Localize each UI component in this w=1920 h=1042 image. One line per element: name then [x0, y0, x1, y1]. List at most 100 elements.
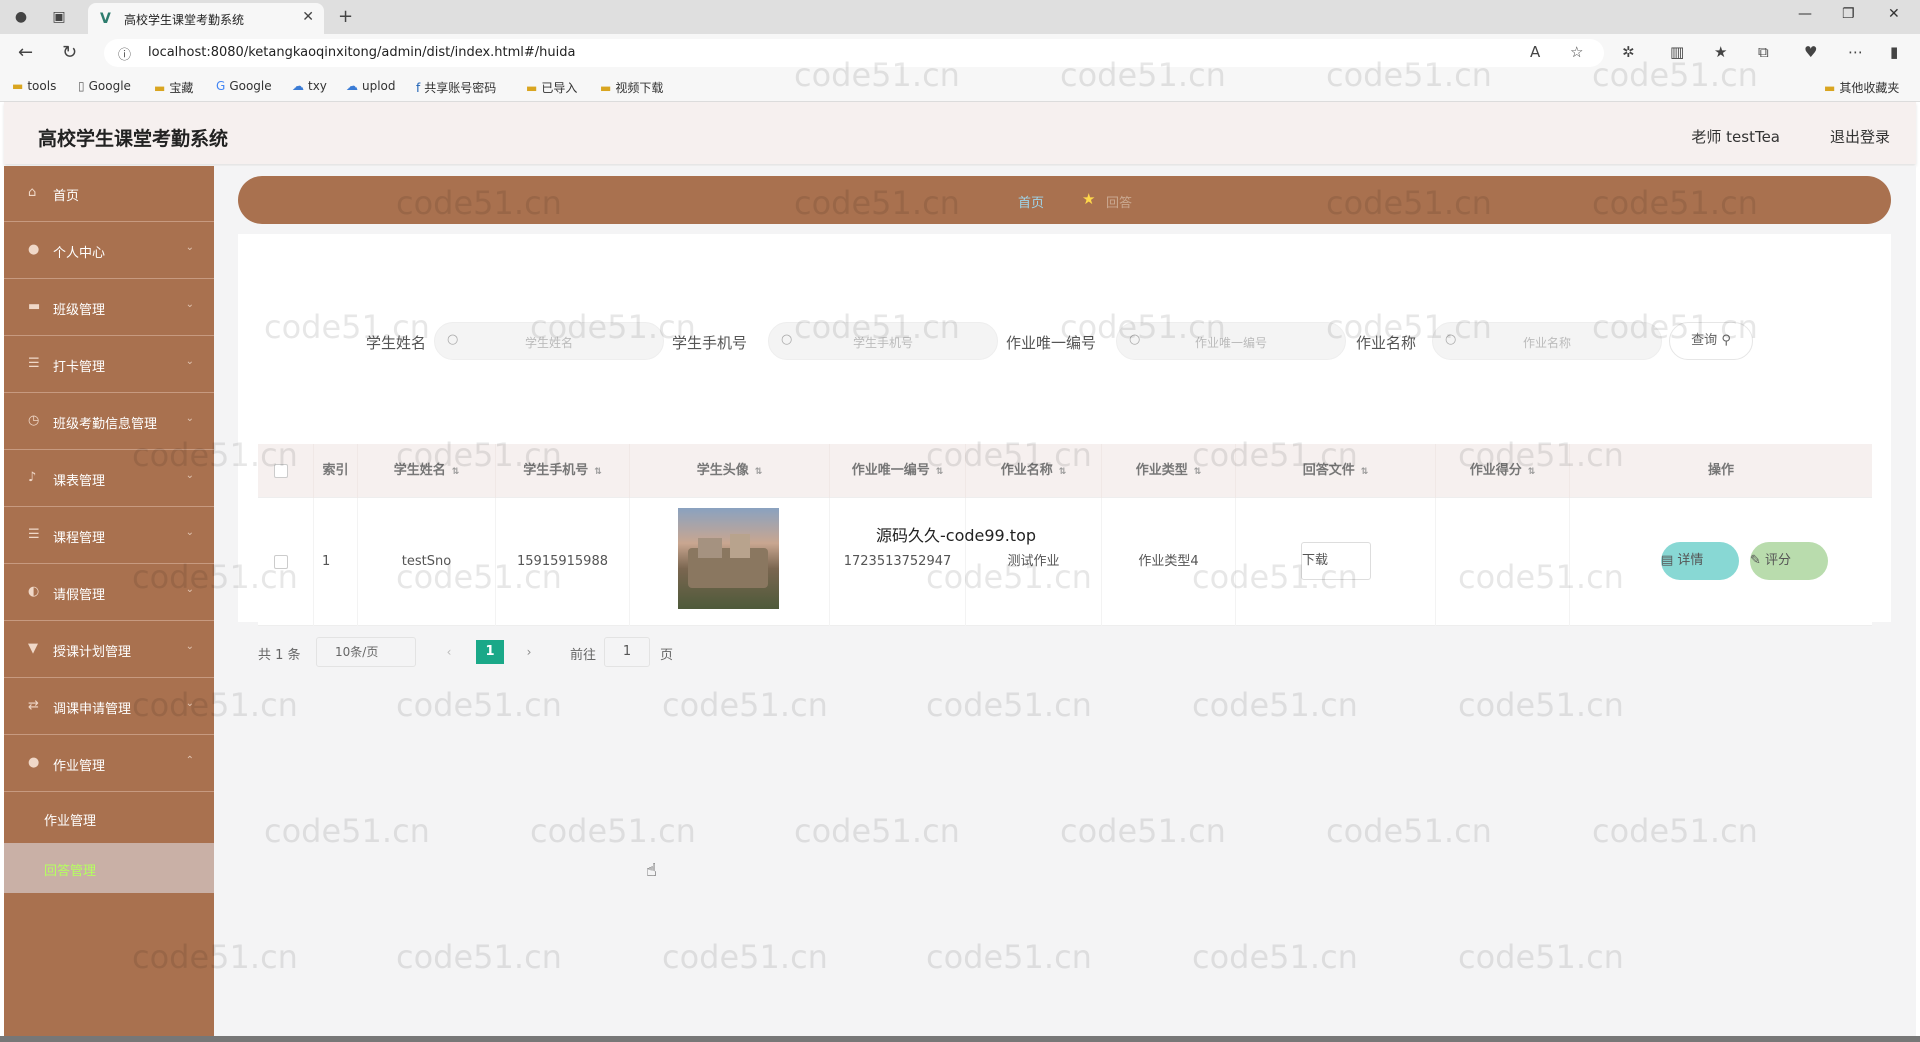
extensions-icon[interactable]: ✲	[1622, 43, 1635, 61]
select-all-checkbox[interactable]	[274, 464, 288, 478]
sidebar-subitem-answers[interactable]: 回答管理	[4, 843, 214, 893]
google-icon: G	[216, 79, 226, 93]
column-header[interactable]: 回答文件 ⇅	[1236, 444, 1436, 498]
sidebar-item-timetable[interactable]: ♪ 课表管理 ⌄	[4, 451, 214, 507]
sidebar-item-leave-management[interactable]: ◐ 请假管理 ⌄	[4, 565, 214, 621]
sort-icon[interactable]: ⇅	[1059, 467, 1067, 477]
cell-score	[1436, 498, 1570, 626]
bookmark-item[interactable]: ▯ Google	[78, 79, 131, 93]
avatar-building-shape	[730, 534, 750, 558]
homework-id-input[interactable]: ○ 作业唯一编号	[1116, 322, 1346, 360]
sidebar-item-attendance-info[interactable]: ◷ 班级考勤信息管理 ⌄	[4, 394, 214, 450]
homework-name-input[interactable]: ○ 作业名称	[1432, 322, 1662, 360]
chevron-down-icon: ⌄	[185, 299, 194, 310]
goto-label: 前往	[570, 648, 597, 663]
sort-icon[interactable]: ⇅	[936, 467, 944, 477]
vue-favicon-icon: V	[100, 11, 111, 27]
sidebar-item-class-swap[interactable]: ⇄ 调课申请管理 ⌄	[4, 679, 214, 735]
bookmark-item[interactable]: f 共享账号密码	[416, 79, 496, 96]
bookmark-item[interactable]: ☁ uplod	[346, 79, 396, 93]
column-header[interactable]: 作业唯一编号 ⇅	[830, 444, 966, 498]
sort-icon[interactable]: ⇅	[1194, 467, 1202, 477]
student-name-input[interactable]: ○ 学生姓名	[434, 322, 664, 360]
column-header[interactable]: 学生头像 ⇅	[630, 444, 830, 498]
sort-icon[interactable]: ⇅	[452, 467, 460, 477]
other-bookmarks[interactable]: ▬ 其他收藏夹	[1824, 79, 1899, 96]
goto-page-input[interactable]: 1	[604, 637, 650, 667]
search-icon: ⚲	[1721, 333, 1731, 348]
column-header[interactable]: 作业得分 ⇅	[1436, 444, 1570, 498]
browser-essentials-icon[interactable]: ♥	[1804, 43, 1817, 61]
sidebar-item-home[interactable]: ⌂ 首页	[4, 166, 214, 222]
browser-tab[interactable]: V 高校学生课堂考勤系统 ✕	[88, 3, 324, 34]
favorite-star-icon[interactable]: ☆	[1570, 43, 1583, 61]
prev-page-button[interactable]: ‹	[436, 640, 462, 664]
read-aloud-icon[interactable]: A	[1530, 43, 1540, 61]
back-icon[interactable]: ←	[18, 42, 33, 63]
bookmark-item[interactable]: ▬ tools	[12, 79, 56, 93]
column-header[interactable]: 作业名称 ⇅	[966, 444, 1102, 498]
rate-button[interactable]: ✎ 评分	[1750, 542, 1828, 580]
refresh-icon[interactable]: ↻	[62, 42, 77, 63]
filter-label-student-phone: 学生手机号	[672, 334, 748, 352]
student-avatar-image[interactable]	[678, 508, 779, 609]
browser-chrome: ● ▣ V 高校学生课堂考勤系统 ✕ + — ❐ ✕ ← ↻ ⓘ localho…	[0, 0, 1920, 102]
query-button[interactable]: 查询 ⚲	[1669, 322, 1753, 360]
page-number-button[interactable]: 1	[476, 640, 504, 664]
column-header[interactable]: 学生姓名 ⇅	[358, 444, 496, 498]
tab-bar: ● ▣ V 高校学生课堂考勤系统 ✕ + — ❐ ✕	[0, 0, 1920, 34]
minimize-icon[interactable]: —	[1798, 6, 1812, 22]
close-tab-icon[interactable]: ✕	[302, 9, 314, 25]
window-close-icon[interactable]: ✕	[1888, 6, 1900, 22]
new-tab-icon[interactable]: +	[338, 6, 353, 27]
logout-button[interactable]: 退出登录	[1830, 126, 1890, 147]
bookmark-item[interactable]: ☁ txy	[292, 79, 327, 93]
bookmark-item[interactable]: ▬ 宝藏	[154, 79, 193, 96]
sidebar-item-checkin-management[interactable]: ☰ 打卡管理 ⌄	[4, 337, 214, 393]
sort-icon[interactable]: ⇅	[1361, 467, 1369, 477]
row-checkbox[interactable]	[274, 555, 288, 569]
page-size-select[interactable]: 10条/页	[316, 637, 416, 667]
chevron-up-icon: ⌃	[185, 755, 194, 766]
list-icon: ☰	[28, 527, 40, 542]
sidebar-item-personal-center[interactable]: ● 个人中心 ⌄	[4, 223, 214, 279]
sidebar-item-class-management[interactable]: ▬ 班级管理 ⌄	[4, 280, 214, 336]
sort-icon[interactable]: ⇅	[1528, 467, 1536, 477]
sidebar-item-label: 班级考勤信息管理	[53, 417, 158, 432]
taskbar-edge	[0, 1036, 1920, 1042]
restore-icon[interactable]: ❐	[1842, 6, 1855, 22]
sidebar-toggle-icon[interactable]: ▮	[1890, 43, 1898, 61]
sidebar-subitem-homework[interactable]: 作业管理	[4, 793, 214, 843]
info-icon[interactable]: ⓘ	[118, 44, 131, 63]
sidebar-item-label: 请假管理	[53, 588, 106, 603]
more-icon[interactable]: ⋯	[1848, 43, 1863, 61]
list-panel: 学生姓名 ○ 学生姓名 学生手机号 ○ 学生手机号 作业唯一编号 ○ 作业唯一编…	[238, 234, 1891, 667]
split-screen-icon[interactable]: ▥	[1670, 43, 1684, 61]
column-header[interactable]: 作业类型 ⇅	[1102, 444, 1236, 498]
clock-icon: ◷	[28, 413, 40, 428]
next-page-button[interactable]: ›	[516, 640, 542, 664]
sort-icon[interactable]: ⇅	[755, 467, 763, 477]
breadcrumb-home[interactable]: 首页	[1018, 192, 1044, 211]
url-field[interactable]: ⓘ localhost:8080/ketangkaoqinxitong/admi…	[104, 39, 1604, 67]
sidebar-item-label: 授课计划管理	[53, 645, 132, 660]
sidebar-item-homework-management[interactable]: ● 作业管理 ⌃	[4, 736, 214, 792]
list-icon: ☰	[28, 356, 40, 371]
sort-icon[interactable]: ⇅	[594, 467, 602, 477]
sidebar-item-course-management[interactable]: ☰ 课程管理 ⌄	[4, 508, 214, 564]
bookmark-item[interactable]: ▬ 视频下载	[600, 79, 663, 96]
profile-icon[interactable]: ●	[12, 8, 30, 26]
favorites-icon[interactable]: ★	[1714, 43, 1727, 61]
sidebar-item-teaching-plan[interactable]: ▼ 授课计划管理 ⌄	[4, 622, 214, 678]
cell-homework-name: 测试作业	[966, 498, 1102, 626]
bookmark-item[interactable]: ▬ 已导入	[526, 79, 577, 96]
tab-actions-icon[interactable]: ▣	[50, 8, 68, 26]
detail-button[interactable]: ▤ 详情	[1661, 542, 1739, 580]
cell-homework-type: 作业类型4	[1102, 498, 1236, 626]
bookmark-item[interactable]: G Google	[216, 79, 272, 93]
column-header[interactable]: 学生手机号 ⇅	[496, 444, 630, 498]
collections-icon[interactable]: ⧉	[1758, 43, 1769, 61]
student-phone-input[interactable]: ○ 学生手机号	[768, 322, 998, 360]
download-button[interactable]: 下载	[1301, 542, 1371, 580]
table-row: 1 testSno 15915915988 1723513752947 测试作业…	[258, 498, 1872, 626]
